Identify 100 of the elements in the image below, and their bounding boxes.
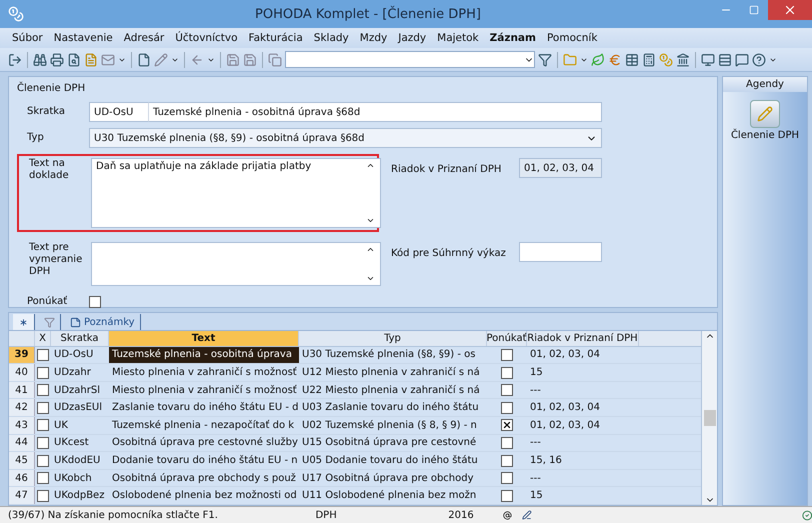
table-cell-text: Miesto plnenia v zahraničí s možnosť: [111, 384, 298, 398]
table-cell-text: UDzasEUl: [53, 401, 104, 416]
asterisk-icon: [18, 316, 29, 328]
table-cell-text: 15: [529, 366, 544, 380]
menu-item[interactable]: Adresár: [124, 32, 164, 44]
monitor-icon[interactable]: [701, 52, 715, 66]
table-cell-text: U11 Oslobodené plnenia bez možn: [301, 489, 478, 504]
filter-icon: [44, 316, 55, 328]
rows-icon[interactable]: [718, 52, 732, 66]
scroll-up-icon[interactable]: [366, 245, 374, 254]
menu-item[interactable]: Mzdy: [360, 32, 388, 44]
table-cell-text: UKodpBez: [53, 489, 106, 504]
close-icon[interactable]: [783, 3, 797, 17]
tab[interactable]: [13, 314, 35, 330]
table-cell-text: Osobitná úprava pre cestovné služby: [111, 436, 299, 450]
type-select[interactable]: U30 Tuzemské plnenia (§8, §9) - osobitná úprava §68d: [89, 128, 602, 148]
tab[interactable]: Poznámky: [65, 314, 141, 330]
row-number: 44: [9, 434, 35, 452]
menu-item[interactable]: Sklady: [314, 32, 349, 44]
filter-icon[interactable]: [538, 52, 552, 66]
page-icon[interactable]: [137, 52, 151, 66]
checkbox[interactable]: [37, 454, 49, 466]
scroll-up-icon[interactable]: [366, 161, 374, 170]
preview-icon[interactable]: [67, 52, 81, 66]
scroll-thumb[interactable]: [704, 410, 716, 426]
menu-item[interactable]: Pomocník: [546, 32, 598, 44]
menu-item[interactable]: Účtovníctvo: [175, 32, 238, 44]
scrollbar[interactable]: [701, 331, 717, 505]
column-header[interactable]: Typ: [299, 331, 487, 346]
table-cell-text: U17 Osobitná úprava pre obchody: [301, 472, 475, 486]
table-cell-text: 01, 02, 03, 04: [529, 401, 601, 416]
close-button[interactable]: [768, 0, 812, 20]
checkbox[interactable]: [37, 419, 49, 432]
app-logo-icon: [8, 6, 24, 22]
checkbox[interactable]: [501, 472, 513, 484]
binoculars-icon[interactable]: [33, 52, 47, 66]
row-number: 45: [9, 452, 35, 469]
checkbox[interactable]: [37, 436, 49, 449]
calculator-icon[interactable]: [642, 52, 656, 66]
column-header[interactable]: X: [35, 331, 51, 346]
help-icon[interactable]: [752, 52, 766, 66]
checkbox[interactable]: [501, 366, 513, 379]
table-cell-text: Dodanie tovaru do iného štátu EU - n: [111, 454, 299, 468]
save-icon[interactable]: [243, 52, 257, 66]
checkbox[interactable]: [37, 472, 49, 484]
maximize-icon[interactable]: [749, 5, 759, 15]
field-label: Text na doklade: [29, 158, 70, 183]
menu-item[interactable]: Jazdy: [398, 32, 426, 44]
checkbox[interactable]: [37, 348, 49, 361]
table-cell-text: 15, 16: [529, 454, 563, 468]
group-title: Členenie DPH: [17, 83, 86, 94]
menu-item[interactable]: Majetok: [437, 32, 479, 44]
table-cell-text: 01, 02, 03, 04: [529, 418, 601, 433]
column-header[interactable]: Riadok v Priznaní DPH: [527, 331, 639, 346]
code-field[interactable]: [519, 242, 602, 262]
checkbox[interactable]: [37, 402, 49, 414]
row-number: 40: [9, 364, 35, 381]
checkbox[interactable]: [501, 419, 513, 432]
code-field[interactable]: UD-OsU: [89, 102, 149, 122]
printer-icon[interactable]: [50, 52, 64, 66]
checkbox[interactable]: [501, 348, 513, 361]
text-area[interactable]: Daň sa uplatňuje na základe prijatia platby: [91, 158, 381, 228]
exit-icon[interactable]: [8, 52, 22, 66]
window-title: POHODA Komplet - [Členenie DPH]: [254, 6, 482, 22]
table-cell-text: U22 Miesto plnenia v zahraničí s ná: [301, 384, 481, 398]
checkbox[interactable]: [89, 296, 101, 308]
menu-item[interactable]: Súbor: [12, 32, 43, 44]
menu-item[interactable]: Záznam: [490, 32, 536, 44]
copy-icon[interactable]: [268, 52, 282, 66]
row-number: 41: [9, 382, 35, 398]
checkbox[interactable]: [37, 490, 49, 502]
checkbox[interactable]: [37, 384, 49, 396]
table-cell-text: Tuzemské plnenia - nezapočítať do k: [111, 418, 296, 433]
row-number: 42: [9, 399, 35, 416]
save-icon[interactable]: [226, 52, 240, 66]
table-cell-text: ---: [529, 384, 542, 398]
row-number: 47: [9, 487, 35, 504]
scroll-down-icon[interactable]: [366, 216, 374, 225]
message-icon[interactable]: [735, 52, 749, 66]
agenda-label[interactable]: Členenie DPH: [730, 130, 800, 141]
checkbox[interactable]: [501, 402, 513, 414]
column-header[interactable]: Ponúkať: [487, 331, 527, 346]
table-cell-text: UKcest: [53, 436, 90, 450]
field-label: Text pre vymeranie DPH: [29, 242, 84, 279]
scroll-down-icon[interactable]: [366, 274, 374, 283]
checkbox[interactable]: [501, 436, 513, 449]
row-number: 46: [9, 470, 35, 486]
menu-item[interactable]: Fakturácia: [248, 32, 303, 44]
bank-icon[interactable]: [676, 52, 690, 66]
table-cell-text: UK: [53, 418, 69, 433]
table-icon[interactable]: [625, 52, 639, 66]
row-number: 43: [9, 417, 35, 434]
checkbox[interactable]: [501, 384, 513, 396]
column-header[interactable]: Text: [109, 331, 299, 346]
checkbox[interactable]: [501, 454, 513, 466]
euro-icon[interactable]: [608, 52, 622, 66]
menu-item[interactable]: Nastavenie: [54, 32, 113, 44]
name-field[interactable]: Tuzemské plnenia - osobitná úprava §68d: [149, 102, 602, 122]
checkbox[interactable]: [37, 366, 49, 379]
checkbox[interactable]: [501, 490, 513, 502]
